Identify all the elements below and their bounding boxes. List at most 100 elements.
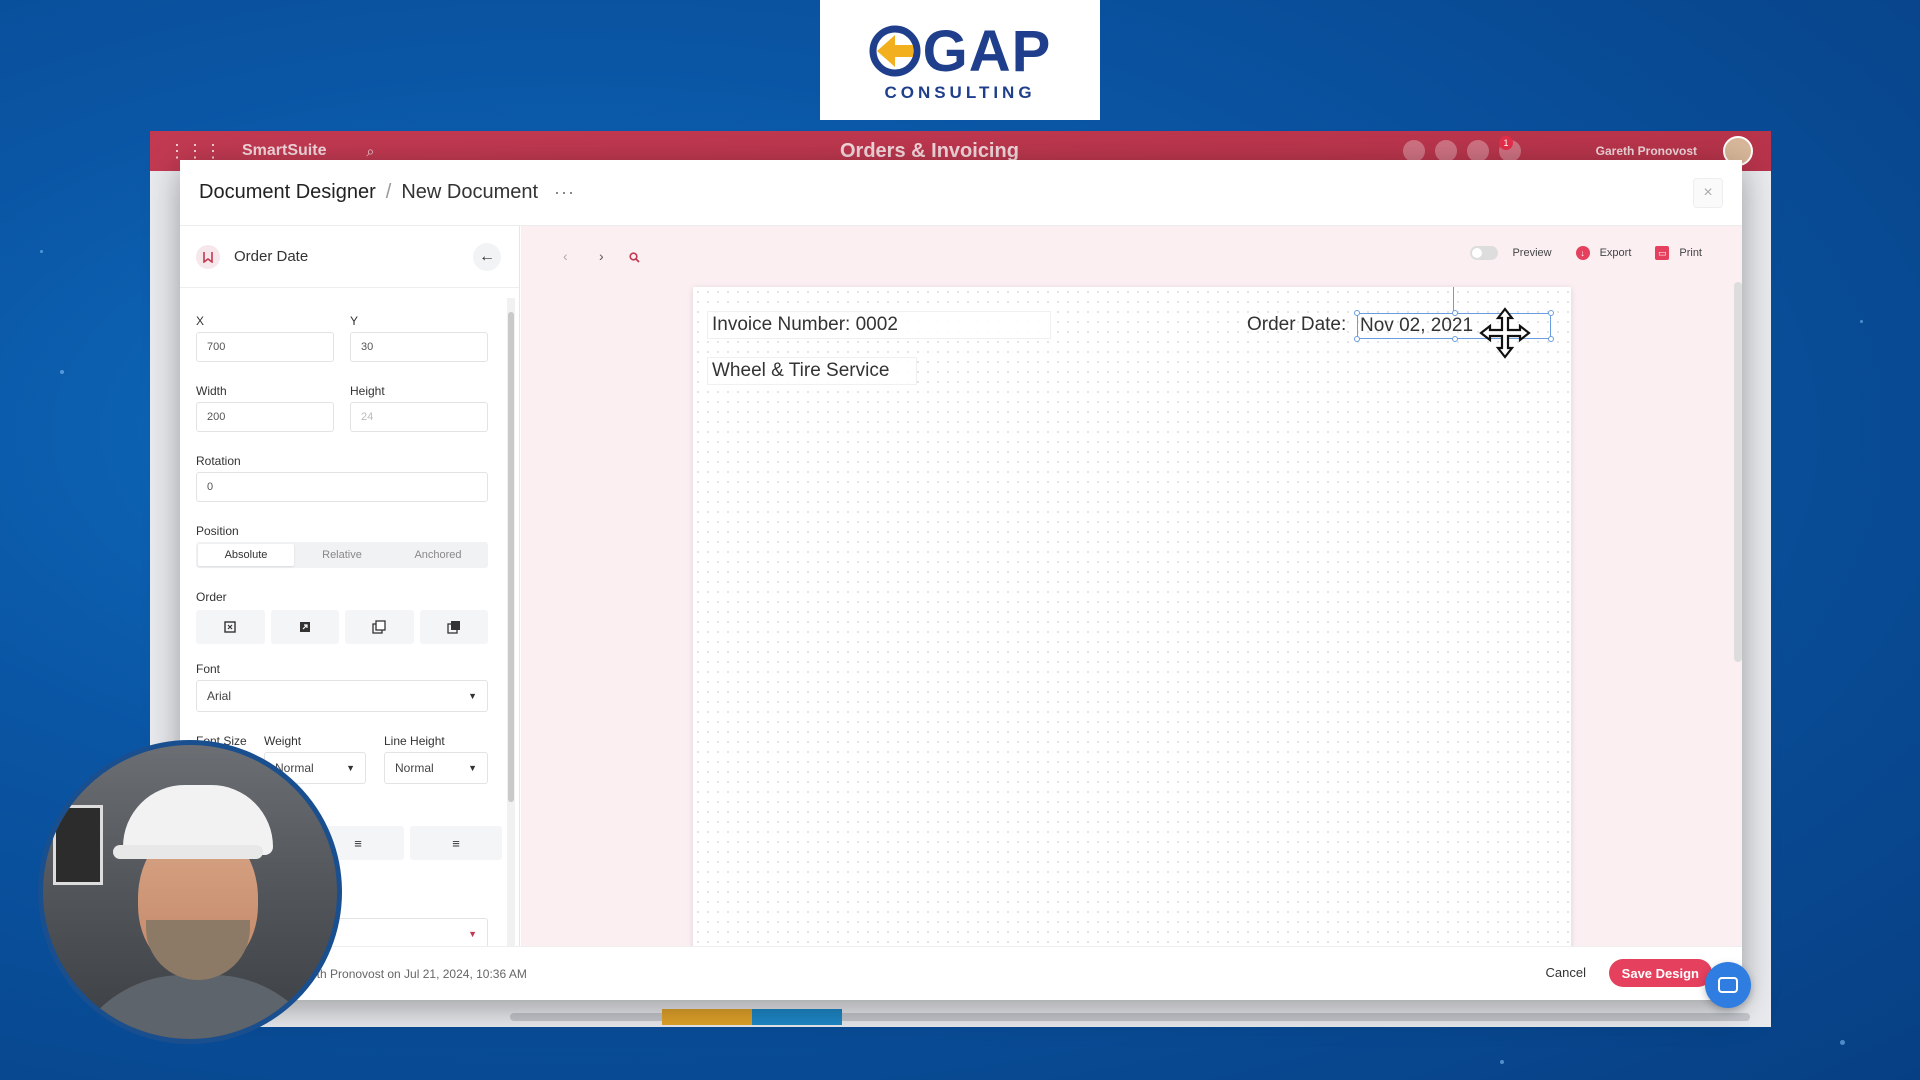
order-date-value: Nov 02, 2021 xyxy=(1360,315,1474,336)
cancel-button[interactable]: Cancel xyxy=(1546,965,1586,980)
align-right-button[interactable]: ≡ xyxy=(410,826,502,860)
background-color-strip xyxy=(752,1009,842,1025)
height-input[interactable]: 24 xyxy=(350,402,488,432)
modal-footer: eth Pronovost on Jul 21, 2024, 10:36 AM … xyxy=(180,946,1742,1000)
position-anchored-option[interactable]: Anchored xyxy=(390,544,486,566)
next-page-icon[interactable]: › xyxy=(599,248,604,264)
more-options-icon[interactable]: ··· xyxy=(554,182,575,203)
send-backward-icon xyxy=(299,622,310,632)
line-height-label: Line Height xyxy=(384,734,445,748)
printer-icon: ▭ xyxy=(1655,246,1670,260)
align-right-icon: ≡ xyxy=(452,835,460,851)
move-cursor-icon xyxy=(1479,307,1531,359)
last-modified-info: eth Pronovost on Jul 21, 2024, 10:36 AM xyxy=(310,967,527,981)
chat-support-button[interactable] xyxy=(1705,962,1751,1008)
resize-handle[interactable] xyxy=(1548,310,1554,316)
presenter-beard xyxy=(146,920,250,980)
export-button[interactable]: ↓ Export xyxy=(1575,246,1632,260)
order-label: Order xyxy=(196,590,227,604)
line-height-select-value: Normal xyxy=(395,761,434,775)
close-icon[interactable]: × xyxy=(1693,178,1723,208)
breadcrumb-separator: / xyxy=(385,181,392,203)
download-icon: ↓ xyxy=(1575,246,1590,260)
date-field-icon xyxy=(196,244,220,269)
document-page[interactable]: Invoice Number: 0002 Wheel & Tire Servic… xyxy=(693,287,1571,946)
font-label: Font xyxy=(196,662,221,676)
bg-particle xyxy=(60,370,64,374)
chevron-down-icon: ▼ xyxy=(346,763,355,773)
presenter-shirt xyxy=(63,975,333,1039)
chat-icon xyxy=(1718,977,1738,993)
search-icon[interactable] xyxy=(629,250,640,266)
background-color-strip xyxy=(662,1009,752,1025)
send-to-back-icon xyxy=(224,621,236,633)
canvas-toolbar: ‹ › Preview ↓ Export ▭ Print xyxy=(521,226,1742,286)
check-icon[interactable] xyxy=(1467,140,1489,162)
gap-consulting-logo: GAP CONSULTING xyxy=(820,0,1100,120)
breadcrumb-document-designer[interactable]: Document Designer xyxy=(199,181,376,204)
y-input[interactable]: 30 xyxy=(350,332,488,362)
x-input[interactable]: 700 xyxy=(196,332,334,362)
presenter-cap-brim xyxy=(113,845,263,859)
bg-particle xyxy=(1860,320,1863,323)
weight-label: Weight xyxy=(264,734,302,748)
bg-particle xyxy=(1840,1040,1845,1045)
service-name-field[interactable]: Wheel & Tire Service xyxy=(707,357,917,385)
position-segmented-control: Absolute Relative Anchored xyxy=(196,542,488,568)
design-canvas-area: ‹ › Preview ↓ Export ▭ Print Invoice Num… xyxy=(521,226,1742,946)
bring-to-front-button[interactable] xyxy=(419,610,488,644)
print-button[interactable]: ▭ Print xyxy=(1655,246,1702,260)
send-backward-button[interactable] xyxy=(270,610,339,644)
print-label: Print xyxy=(1679,247,1702,259)
properties-scrollbar[interactable] xyxy=(507,298,515,946)
toggle-switch[interactable] xyxy=(1470,246,1499,260)
field-title: Order Date xyxy=(234,248,309,265)
user-name[interactable]: Gareth Pronovost xyxy=(1596,144,1697,158)
order-date-label-field[interactable]: Order Date: xyxy=(1243,311,1359,339)
chevron-down-icon: ▼ xyxy=(468,691,477,701)
line-height-select[interactable]: Normal ▼ xyxy=(384,752,488,784)
canvas-scrollbar[interactable] xyxy=(1734,282,1742,662)
position-relative-option[interactable]: Relative xyxy=(294,544,390,566)
bring-to-front-icon xyxy=(447,621,460,634)
search-icon[interactable]: ⌕ xyxy=(366,143,374,160)
alignment-guide xyxy=(1453,287,1454,311)
bg-particle xyxy=(1500,1060,1504,1064)
resize-handle[interactable] xyxy=(1354,336,1360,342)
x-label: X xyxy=(196,314,205,328)
save-design-button[interactable]: Save Design xyxy=(1608,959,1712,987)
notification-badge: 1 xyxy=(1499,136,1513,150)
back-arrow-icon[interactable]: ← xyxy=(473,242,501,271)
height-label: Height xyxy=(350,384,385,398)
preview-toggle[interactable]: Preview xyxy=(1470,246,1552,260)
align-center-icon: ≡ xyxy=(354,835,362,851)
logo-mark-icon xyxy=(869,25,921,77)
preview-label: Preview xyxy=(1512,247,1552,259)
scrollbar-thumb[interactable] xyxy=(508,312,514,802)
canvas-toolbar-actions: Preview ↓ Export ▭ Print xyxy=(1470,246,1702,260)
send-to-back-button[interactable] xyxy=(196,610,265,644)
order-buttons xyxy=(196,610,488,644)
app-grid-icon[interactable]: ⋮⋮⋮ xyxy=(168,141,222,162)
help-icon[interactable] xyxy=(1403,140,1425,162)
width-label: Width xyxy=(196,384,227,398)
width-input[interactable]: 200 xyxy=(196,402,334,432)
document-designer-modal: Document Designer / New Document ··· × O… xyxy=(180,160,1742,1000)
background-frame xyxy=(53,805,103,885)
rotation-input[interactable]: 0 xyxy=(196,472,488,502)
resize-handle[interactable] xyxy=(1452,310,1458,316)
resize-handle[interactable] xyxy=(1548,336,1554,342)
star-icon[interactable] xyxy=(1435,140,1457,162)
position-absolute-option[interactable]: Absolute xyxy=(198,544,294,566)
previous-page-icon[interactable]: ‹ xyxy=(563,248,568,264)
font-select[interactable]: Arial ▼ xyxy=(196,680,488,712)
resize-handle[interactable] xyxy=(1354,310,1360,316)
bg-particle xyxy=(40,250,43,253)
resize-handle[interactable] xyxy=(1452,336,1458,342)
chevron-down-icon: ▼ xyxy=(468,929,477,939)
export-label: Export xyxy=(1599,247,1632,259)
breadcrumb-new-document[interactable]: New Document xyxy=(401,181,538,204)
y-label: Y xyxy=(350,314,359,328)
bring-forward-button[interactable] xyxy=(345,610,414,644)
invoice-number-field[interactable]: Invoice Number: 0002 xyxy=(707,311,1051,339)
